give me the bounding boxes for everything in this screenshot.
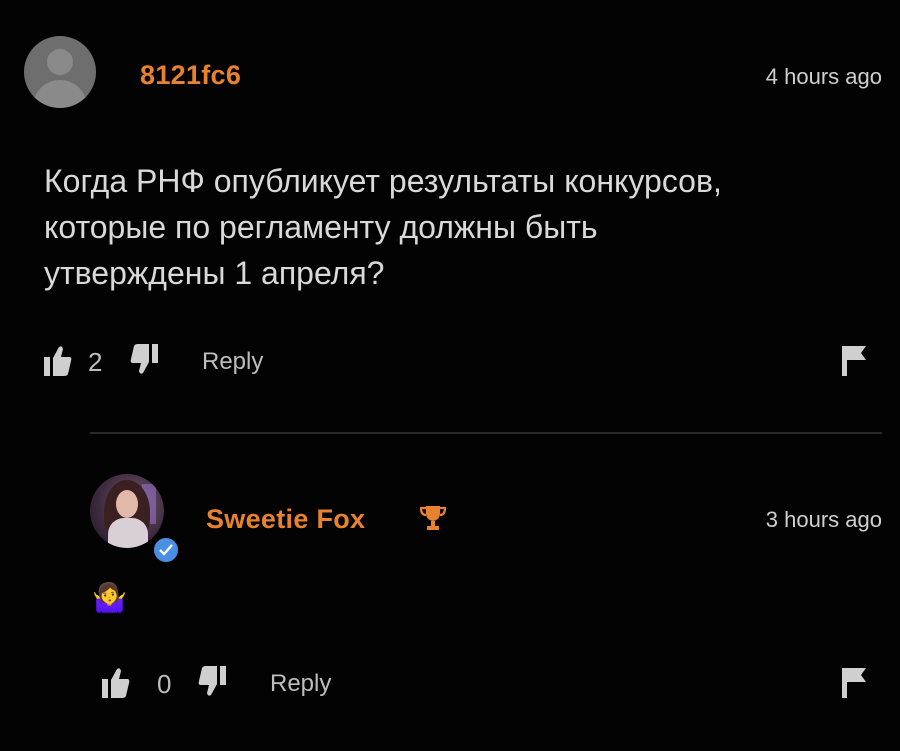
- comment-timestamp: 3 hours ago: [765, 507, 882, 532]
- trophy-icon: [420, 504, 446, 532]
- comment-timestamp: 4 hours ago: [765, 64, 882, 89]
- verified-check-icon: [151, 535, 181, 565]
- thumbs-down-icon[interactable]: [130, 344, 158, 376]
- comment-username[interactable]: 8121fc6: [140, 60, 241, 91]
- comment-text-line: Когда РНФ опубликует результаты конкурсо…: [44, 163, 722, 199]
- like-count: 0: [157, 669, 172, 699]
- thumbs-up-icon[interactable]: [44, 344, 72, 376]
- thumbs-up-icon[interactable]: [102, 666, 130, 698]
- flag-icon[interactable]: [842, 344, 870, 376]
- like-count: 2: [88, 347, 103, 377]
- comment-text: Когда РНФ опубликует результаты конкурсо…: [44, 158, 864, 296]
- comments-page: 8121fc6 4 hours ago Когда РНФ опубликует…: [0, 0, 900, 751]
- reply-button[interactable]: Reply: [202, 348, 263, 376]
- thumbs-down-icon[interactable]: [198, 666, 226, 698]
- comment-text-line: которые по регламенту должны быть: [44, 209, 598, 245]
- reply-button[interactable]: Reply: [270, 670, 331, 698]
- comment-divider: [90, 432, 882, 434]
- flag-icon[interactable]: [842, 666, 870, 698]
- comment-username[interactable]: Sweetie Fox: [206, 504, 365, 535]
- shrug-emoji: 🤷‍♀️: [92, 582, 127, 613]
- comment-text-line: утверждены 1 апреля?: [44, 255, 385, 291]
- user-avatar-photo[interactable]: [90, 474, 164, 548]
- user-avatar-default-icon[interactable]: [24, 36, 96, 108]
